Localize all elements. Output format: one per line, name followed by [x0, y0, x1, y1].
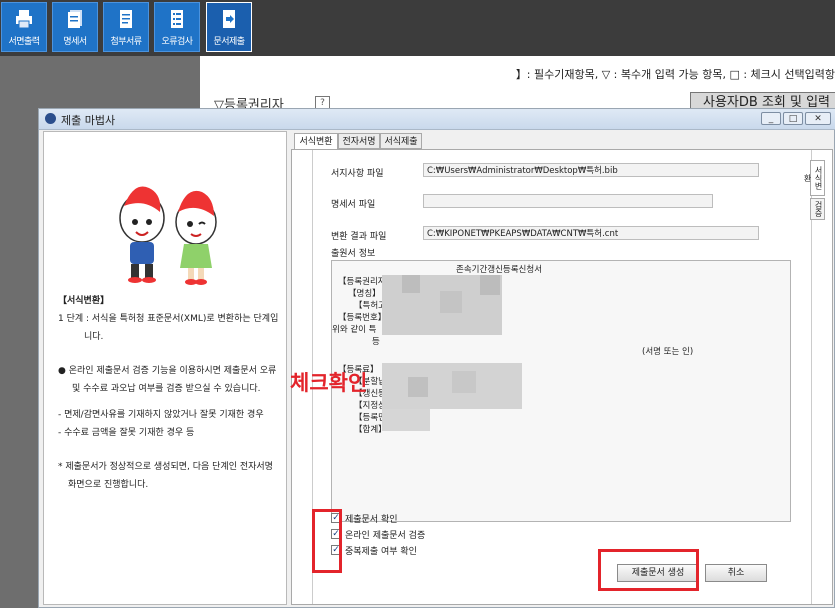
- redaction-block: [452, 371, 476, 393]
- specification-button[interactable]: 명세서: [52, 2, 98, 52]
- validation-bullet-cont: 및 수수료 과오납 여부를 검증 받으실 수 있습니다.: [72, 384, 261, 394]
- tab-format-conversion[interactable]: 서식변환: [294, 133, 338, 150]
- fee-note: - 수수료 금액을 잘못 기재한 경우 등: [58, 428, 195, 438]
- submission-wizard-dialog: 제출 마법사 _ □ ✕ 【서식변환】 1 단계 : 서식을 특허청 표준문서(…: [38, 108, 835, 608]
- checkbox-label: 중복제출 여부 확인: [345, 547, 417, 557]
- dialog-titlebar[interactable]: 제출 마법사 _ □ ✕: [39, 109, 835, 130]
- next-step-note-cont: 화면으로 진행합니다.: [68, 480, 149, 490]
- next-step-note: * 제출문서가 정상적으로 생성되면, 다음 단계인 전자서명: [58, 462, 273, 472]
- guide-panel: 【서식변환】 1 단계 : 서식을 특허청 표준문서(XML)로 변환하는 단계…: [43, 131, 287, 605]
- redaction-block: [408, 377, 428, 397]
- app-emblem-icon: [45, 113, 56, 124]
- submit-document-button[interactable]: 문서제출: [206, 2, 252, 52]
- redaction-block: [480, 275, 500, 295]
- attachment-button[interactable]: 첨부서류: [103, 2, 149, 52]
- submit-document-icon: [220, 9, 238, 29]
- validation-bullet: ● 온라인 제출문서 검증 기능을 이용하시면 제출문서 오류: [58, 366, 277, 376]
- tab-digital-signature[interactable]: 전자서명: [338, 133, 380, 149]
- bib-file-label: 서지사항 파일: [331, 169, 384, 179]
- spec-file-field[interactable]: [423, 194, 713, 208]
- redaction-block: [402, 275, 420, 293]
- annotation-text: 체크확인: [290, 371, 368, 395]
- info-doc-title: 존속기간갱신등록신청서: [456, 265, 543, 275]
- result-file-field[interactable]: C:₩KIPONET₩PKEAPS₩DATA₩CNT₩특허.cnt: [423, 226, 759, 240]
- button-highlight-box: [598, 549, 699, 591]
- exemption-note: - 면제/감면사유를 기재하지 않았거나 잘못 기재한 경우: [58, 410, 264, 420]
- info-sign-text: (서명 또는 인): [642, 347, 694, 357]
- main-toolbar: 서면출력 명세서 첨부서류 오류검사 문서제출: [0, 0, 835, 56]
- print-button[interactable]: 서면출력: [1, 2, 47, 52]
- side-tab-conversion[interactable]: 서식변환: [803, 160, 825, 196]
- checkbox-label: 온라인 제출문서 검증: [345, 531, 426, 541]
- application-info-label: 출원서 정보: [331, 249, 376, 259]
- info-line: 【명칭】: [348, 289, 381, 299]
- printer-icon: [15, 9, 33, 29]
- minimize-button[interactable]: _: [761, 112, 781, 125]
- guide-heading: 【서식변환】: [58, 296, 110, 306]
- close-button[interactable]: ✕: [805, 112, 831, 125]
- redaction-block: [382, 409, 430, 431]
- info-line: 【등록번호】: [338, 313, 387, 323]
- mascot-illustration: [119, 186, 217, 285]
- info-line: 위와 같이 특: [332, 325, 377, 335]
- step-description: 1 단계 : 서식을 특허청 표준문서(XML)로 변환하는 단계입: [58, 314, 279, 324]
- redaction-block: [440, 291, 462, 313]
- cancel-button[interactable]: 취소: [705, 564, 767, 582]
- step-description-cont: 니다.: [84, 332, 104, 342]
- bib-file-field[interactable]: C:₩Users₩Administrator₩Desktop₩특허.bib: [423, 163, 759, 177]
- conversion-panel: 서지사항 파일 C:₩Users₩Administrator₩Desktop₩특…: [291, 149, 833, 605]
- dialog-title: 제출 마법사: [61, 114, 116, 127]
- maximize-button[interactable]: □: [783, 112, 803, 125]
- result-file-label: 변환 결과 파일: [331, 232, 387, 242]
- checkbox-highlight-box: [312, 509, 342, 573]
- application-info-box: 존속기간갱신등록신청서 【등록권리자】 【명칭】 【특허고 【등록번호】 위와 …: [331, 260, 791, 522]
- side-tab-validation[interactable]: 검증: [810, 198, 825, 220]
- field-legend: 】: 필수기재항목, ▽ : 복수개 입력 가능 항목, □ : 체크시 선택입…: [515, 68, 835, 81]
- side-tabs: 서식변환 검증: [803, 160, 828, 590]
- spec-file-label: 명세서 파일: [331, 200, 376, 210]
- info-line: 등: [372, 337, 380, 347]
- conversion-form: 서지사항 파일 C:₩Users₩Administrator₩Desktop₩특…: [312, 150, 812, 604]
- checkbox-label: 제출문서 확인: [345, 515, 398, 525]
- tab-format-submission[interactable]: 서식제출: [380, 133, 422, 149]
- attachment-document-icon: [117, 9, 135, 29]
- checklist-icon: [168, 9, 186, 29]
- error-check-button[interactable]: 오류검사: [154, 2, 200, 52]
- document-icon: [66, 9, 84, 29]
